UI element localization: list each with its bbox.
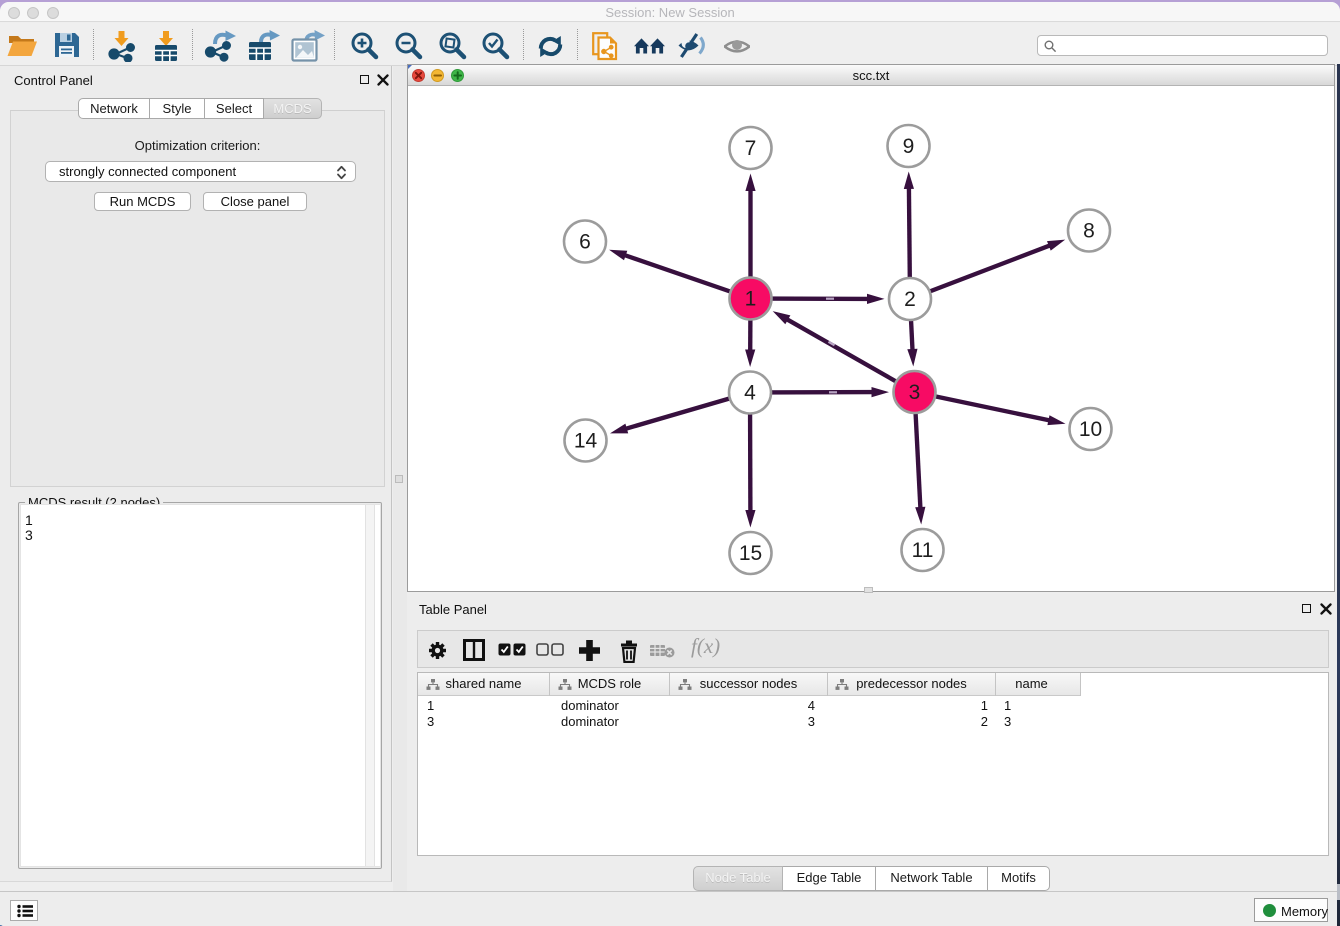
svg-text:1: 1 <box>745 287 757 310</box>
svg-text:10: 10 <box>1079 418 1102 441</box>
svg-text:11: 11 <box>912 539 934 562</box>
svg-text:14: 14 <box>574 429 598 452</box>
svg-text:15: 15 <box>739 542 762 565</box>
svg-text:3: 3 <box>909 381 921 404</box>
svg-text:4: 4 <box>744 381 756 404</box>
svg-text:6: 6 <box>579 230 591 253</box>
svg-text:2: 2 <box>904 288 916 311</box>
svg-text:8: 8 <box>1083 219 1095 242</box>
svg-text:9: 9 <box>903 135 915 158</box>
svg-text:7: 7 <box>745 137 757 160</box>
